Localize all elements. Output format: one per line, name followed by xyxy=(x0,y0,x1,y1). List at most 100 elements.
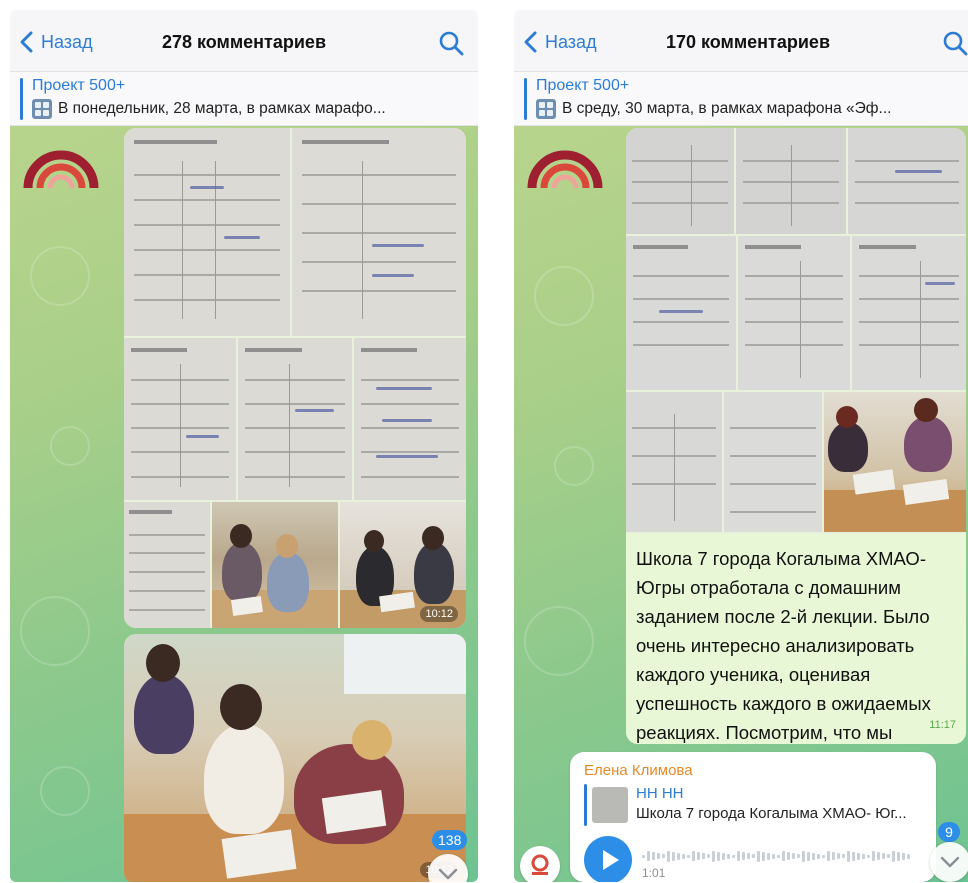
waveform-bar xyxy=(732,854,735,858)
document-photo[interactable] xyxy=(238,338,352,500)
waveform-bar xyxy=(717,851,720,861)
background-doodle xyxy=(50,426,90,466)
waveform-bar xyxy=(727,853,730,859)
waveform-bar xyxy=(897,851,900,861)
waveform-bar xyxy=(742,852,745,860)
waveform-bar xyxy=(857,852,860,860)
quote-text: Школа 7 города Когалыма ХМАО- Юг... xyxy=(636,805,907,822)
play-button[interactable] xyxy=(584,836,632,882)
document-photo[interactable] xyxy=(124,338,236,500)
document-photo[interactable] xyxy=(724,392,822,532)
pinned-message[interactable]: Проект 500+ В среду, 30 марта, в рамках … xyxy=(514,72,968,126)
waveform-bar xyxy=(772,853,775,859)
waveform-bar xyxy=(802,850,805,862)
document-photo[interactable] xyxy=(738,236,850,390)
background-doodle xyxy=(20,596,90,666)
voice-waveform[interactable] xyxy=(642,850,912,862)
waveform-bar xyxy=(722,852,725,860)
waveform-bar xyxy=(767,852,770,860)
waveform-bar xyxy=(692,851,695,861)
document-photo[interactable] xyxy=(124,128,290,336)
document-photo[interactable] xyxy=(736,128,846,234)
scroll-down-button[interactable] xyxy=(930,842,968,882)
background-doodle xyxy=(534,266,594,326)
waveform-bar xyxy=(902,852,905,860)
document-photo[interactable] xyxy=(852,236,966,390)
right-chat-screen: Назад 170 комментариев Проект 500+ В сре… xyxy=(514,10,968,882)
search-icon[interactable] xyxy=(438,30,464,56)
scroll-down-button[interactable] xyxy=(428,854,468,882)
waveform-bar xyxy=(797,854,800,858)
pinned-preview-row: В среду, 30 марта, в рамках марафона «Эф… xyxy=(536,99,968,119)
waveform-bar xyxy=(862,853,865,859)
waveform-bar xyxy=(702,853,705,859)
pinned-preview-row: В понедельник, 28 марта, в рамках марафо… xyxy=(32,99,470,119)
document-photo[interactable] xyxy=(626,128,734,234)
play-icon xyxy=(603,850,619,870)
waveform-bar xyxy=(807,851,810,861)
waveform-bar xyxy=(712,850,715,862)
waveform-bar xyxy=(697,852,700,860)
media-album[interactable]: 10:12 xyxy=(124,128,466,628)
waveform-bar xyxy=(812,852,815,860)
quoted-message[interactable]: НН НН Школа 7 города Когалыма ХМАО- Юг..… xyxy=(584,784,926,826)
album-icon xyxy=(32,99,52,119)
document-photo[interactable] xyxy=(848,128,966,234)
chevron-down-icon xyxy=(438,868,458,880)
waveform-bar xyxy=(752,854,755,858)
pinned-message[interactable]: Проект 500+ В понедельник, 28 марта, в р… xyxy=(10,72,478,126)
classroom-photo[interactable] xyxy=(212,502,338,628)
waveform-bar xyxy=(682,853,685,859)
pin-accent-bar xyxy=(524,78,527,120)
waveform-bar xyxy=(782,851,785,861)
institute-logo xyxy=(527,150,603,189)
message-time: 10:12 xyxy=(420,606,458,622)
document-photo[interactable] xyxy=(626,236,736,390)
pinned-title: Проект 500+ xyxy=(32,77,126,94)
waveform-bar xyxy=(872,851,875,861)
document-photo[interactable] xyxy=(292,128,466,336)
waveform-bar xyxy=(737,851,740,861)
message-time: 11:17 xyxy=(929,719,956,731)
classroom-photo[interactable] xyxy=(124,634,466,882)
waveform-bar xyxy=(757,850,760,862)
background-doodle xyxy=(30,246,90,306)
media-album[interactable]: Школа 7 города Когалыма ХМАО-Югры отрабо… xyxy=(626,128,966,744)
background-doodle xyxy=(524,606,594,676)
page-title: 170 комментариев xyxy=(665,32,831,52)
search-icon[interactable] xyxy=(942,30,968,56)
nav-bar: Назад 278 комментариев xyxy=(10,10,478,72)
classroom-photo-message[interactable]: 10:12 xyxy=(124,634,466,882)
quote-accent-bar xyxy=(584,784,587,826)
waveform-bar xyxy=(822,854,825,858)
avatar-logo-icon xyxy=(531,854,549,875)
waveform-bar xyxy=(847,850,850,862)
waveform-bar xyxy=(652,852,655,860)
waveform-bar xyxy=(852,851,855,861)
waveform-bar xyxy=(792,853,795,859)
unread-badge: 138 xyxy=(432,830,468,850)
quote-title: НН НН xyxy=(636,785,684,802)
classroom-photo[interactable] xyxy=(824,392,966,532)
waveform-bar xyxy=(892,850,895,862)
waveform-bar xyxy=(867,854,870,858)
waveform-bar xyxy=(877,852,880,860)
waveform-bar xyxy=(827,851,830,861)
avatar[interactable] xyxy=(520,846,560,882)
message-author: Елена Климова xyxy=(584,762,693,779)
waveform-bar xyxy=(762,851,765,861)
waveform-bar xyxy=(817,853,820,859)
waveform-bar xyxy=(887,854,890,858)
waveform-bar xyxy=(642,854,645,858)
background-doodle xyxy=(554,446,594,486)
page-title: 278 комментариев xyxy=(161,32,327,52)
waveform-bar xyxy=(672,851,675,861)
reply-message[interactable]: Елена Климова НН НН Школа 7 города Когал… xyxy=(570,752,936,882)
waveform-bar xyxy=(842,854,845,858)
document-photo[interactable] xyxy=(124,502,210,628)
waveform-bar xyxy=(787,852,790,860)
document-photo[interactable] xyxy=(626,392,722,532)
institute-logo xyxy=(23,150,99,189)
document-photo[interactable] xyxy=(354,338,466,500)
waveform-bar xyxy=(687,854,690,858)
